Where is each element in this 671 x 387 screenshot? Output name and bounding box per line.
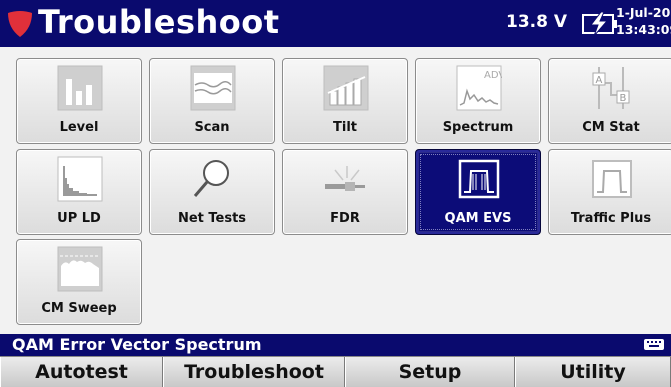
keyboard-icon[interactable] [643,338,665,352]
tilt-bars-icon [323,65,369,111]
status-bar: QAM Error Vector Spectrum [0,334,671,356]
tile-label: Scan [194,120,230,135]
magnifier-icon [193,160,229,197]
tile-label: Tilt [333,120,357,135]
qam-evs-icon [458,159,500,199]
date-time: 1-Jul-2016 13:43:09 [616,4,671,38]
upload-spectrum-icon [57,156,103,202]
tile-label: Level [59,120,99,135]
scan-waveform-icon [190,65,236,111]
tile-label: Spectrum [442,120,514,135]
shield-logo-icon [8,11,32,37]
tile-label: Traffic Plus [570,211,652,226]
tile-cm-stat[interactable]: A B CM Stat [548,58,671,144]
tile-label: CM Sweep [41,301,117,316]
tile-fdr[interactable]: FDR [282,149,408,235]
tab-troubleshoot[interactable]: Troubleshoot [163,357,345,387]
tile-level[interactable]: Level [16,58,142,144]
voltage-readout: 13.8 V [506,12,568,32]
adv-badge: ADV [484,70,502,81]
tile-scan[interactable]: Scan [149,58,275,144]
page-title: Troubleshoot [38,3,280,41]
status-text: QAM Error Vector Spectrum [12,335,262,354]
time-label: 13:43:09 [616,22,671,37]
date-label: 1-Jul-2016 [616,5,671,20]
level-bars-icon [57,65,103,111]
tile-label: FDR [330,211,360,226]
header-bar: Troubleshoot 13.8 V 1-Jul-2016 13:43:09 [0,0,671,47]
tile-up-ld[interactable]: UP LD [16,149,142,235]
tile-label: CM Stat [582,120,640,135]
fdr-cable-icon [325,166,365,191]
cm-stat-icon: A B [592,67,630,109]
tile-qam-evs[interactable]: QAM EVS [415,149,541,235]
battery-charging-icon [582,12,617,36]
tab-autotest[interactable]: Autotest [0,357,163,387]
tile-label: UP LD [57,211,101,226]
bottom-tab-bar: Autotest Troubleshoot Setup Utility [0,356,671,387]
badge-a: A [596,75,603,86]
tile-tilt[interactable]: Tilt [282,58,408,144]
tile-net-tests[interactable]: Net Tests [149,149,275,235]
tile-cm-sweep[interactable]: CM Sweep [16,239,142,325]
traffic-plus-icon [592,160,632,198]
tab-utility[interactable]: Utility [515,357,671,387]
badge-b: B [620,93,627,104]
tab-setup[interactable]: Setup [345,357,515,387]
cm-sweep-icon [57,246,103,292]
tile-traffic-plus[interactable]: Traffic Plus [548,149,671,235]
tile-label: QAM EVS [444,211,512,226]
spectrum-adv-icon: ADV [456,65,502,111]
tile-spectrum[interactable]: ADV Spectrum [415,58,541,144]
tile-label: Net Tests [177,211,247,226]
